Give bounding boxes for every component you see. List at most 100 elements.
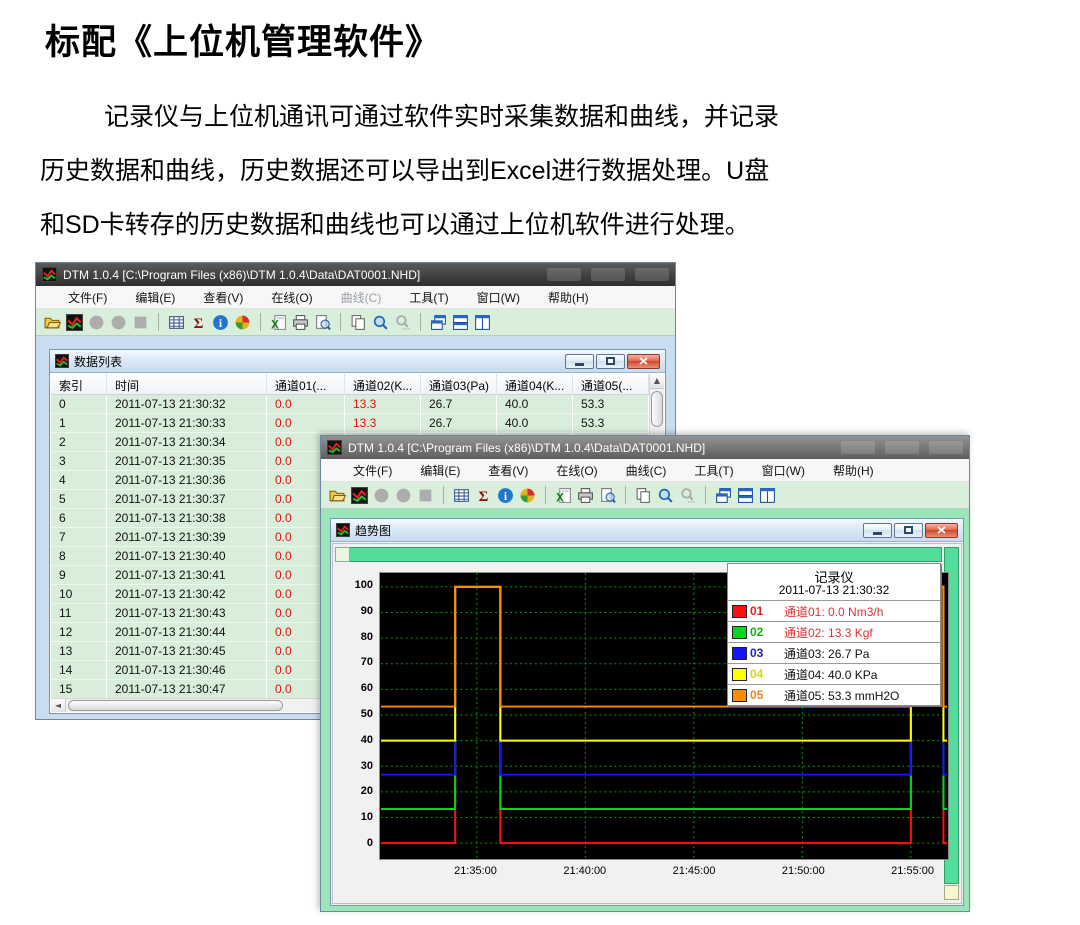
window-controls [841, 441, 963, 454]
close-button[interactable] [627, 354, 660, 369]
column-header[interactable]: 通道01(... [267, 374, 345, 394]
trend-titlebar[interactable]: 趋势图 [331, 519, 963, 542]
cell: 10 [51, 585, 107, 604]
menu-item[interactable]: 曲线(C) [612, 462, 681, 479]
cell: 1 [51, 414, 107, 433]
tile-horizontal-icon[interactable] [737, 487, 754, 504]
cell: 11 [51, 604, 107, 623]
cell: 2011-07-13 21:30:43 [107, 604, 267, 623]
copy-icon[interactable] [635, 487, 652, 504]
maximize-button[interactable] [885, 441, 919, 454]
export-excel-icon[interactable]: X [555, 487, 572, 504]
toolbar: Σi X [321, 482, 969, 509]
open-folder-icon[interactable] [44, 314, 61, 331]
sigma-icon[interactable]: Σ [475, 487, 492, 504]
scrollbar-thumb[interactable] [68, 700, 283, 711]
cell: 7 [51, 528, 107, 547]
menu-item[interactable]: 工具(T) [680, 462, 747, 479]
cell: 2011-07-13 21:30:47 [107, 680, 267, 698]
table-row[interactable]: 12011-07-13 21:30:330.013.326.740.053.3 [51, 414, 649, 433]
minimize-button[interactable] [547, 268, 581, 281]
chart-legend: 记录仪 2011-07-13 21:30:32 01通道01: 0.0 Nm3/… [727, 563, 941, 706]
scrollbar-track[interactable] [350, 547, 942, 562]
cell: 9 [51, 566, 107, 585]
print-icon[interactable] [292, 314, 309, 331]
chart-horizontal-scrollbar[interactable] [335, 547, 942, 562]
print-icon[interactable] [577, 487, 594, 504]
scrollbar-box[interactable] [335, 547, 350, 562]
minimize-button[interactable] [565, 354, 594, 369]
restore-button[interactable] [894, 523, 923, 538]
data-list-titlebar[interactable]: 数据列表 [50, 350, 665, 373]
menu-item[interactable]: 查看(V) [189, 289, 257, 306]
data-list-icon [55, 354, 69, 368]
window-title: DTM 1.0.4 [C:\Program Files (x86)\DTM 1.… [63, 268, 420, 282]
toolbar-separator [545, 486, 546, 504]
column-header[interactable]: 通道03(Pa) [421, 374, 497, 394]
cascade-windows-icon[interactable] [715, 487, 732, 504]
open-folder-icon[interactable] [329, 487, 346, 504]
menu-item[interactable]: 查看(V) [474, 462, 542, 479]
titlebar[interactable]: DTM 1.0.4 [C:\Program Files (x86)\DTM 1.… [321, 436, 969, 459]
zoom-icon[interactable] [372, 314, 389, 331]
menu-item[interactable]: 帮助(H) [819, 462, 888, 479]
close-button[interactable] [925, 523, 958, 538]
legend-swatch [732, 626, 747, 639]
tile-vertical-icon[interactable] [759, 487, 776, 504]
info-icon[interactable]: i [212, 314, 229, 331]
menu-item[interactable]: 窗口(W) [463, 289, 534, 306]
menu-item[interactable]: 文件(F) [339, 462, 406, 479]
info-icon[interactable]: i [497, 487, 514, 504]
menu-item[interactable]: 在线(O) [257, 289, 326, 306]
print-preview-icon[interactable] [314, 314, 331, 331]
cell: 0 [51, 395, 107, 414]
close-button[interactable] [635, 268, 669, 281]
copy-icon[interactable] [350, 314, 367, 331]
scroll-up-arrow[interactable]: ▲ [650, 374, 664, 389]
minimize-button[interactable] [841, 441, 875, 454]
toolbar-separator [625, 486, 626, 504]
legend-entry: 04通道04: 40.0 KPa [728, 663, 940, 684]
close-button[interactable] [929, 441, 963, 454]
menu-item[interactable]: 工具(T) [395, 289, 462, 306]
scroll-left-arrow[interactable]: ◄ [51, 699, 66, 712]
menu-item[interactable]: 在线(O) [542, 462, 611, 479]
cell: 53.3 [573, 395, 649, 414]
scrollbar-box[interactable] [944, 885, 959, 900]
menu-item[interactable]: 编辑(E) [121, 289, 189, 306]
sigma-icon[interactable]: Σ [190, 314, 207, 331]
mdi-client: 趋势图 [325, 511, 965, 907]
pie-chart-icon[interactable] [519, 487, 536, 504]
table-row[interactable]: 02011-07-13 21:30:320.013.326.740.053.3 [51, 395, 649, 414]
column-header[interactable]: 时间 [107, 374, 267, 394]
data-grid-icon[interactable] [168, 314, 185, 331]
menu-item[interactable]: 帮助(H) [534, 289, 603, 306]
export-excel-icon[interactable]: X [270, 314, 287, 331]
zoom-icon[interactable] [657, 487, 674, 504]
print-preview-icon[interactable] [599, 487, 616, 504]
maximize-button[interactable] [591, 268, 625, 281]
dtm-logo-icon[interactable] [351, 487, 368, 504]
scrollbar-thumb[interactable] [651, 391, 663, 427]
menu-item[interactable]: 文件(F) [54, 289, 121, 306]
menu-item[interactable]: 编辑(E) [406, 462, 474, 479]
stop-disabled-icon [417, 487, 434, 504]
titlebar[interactable]: DTM 1.0.4 [C:\Program Files (x86)\DTM 1.… [36, 263, 675, 286]
data-grid-icon[interactable] [453, 487, 470, 504]
y-axis-label: 40 [337, 734, 373, 746]
tile-horizontal-icon[interactable] [452, 314, 469, 331]
column-header[interactable]: 索引 [51, 374, 107, 394]
pie-chart-icon[interactable] [234, 314, 251, 331]
dtm-logo-icon[interactable] [66, 314, 83, 331]
trend-chart-window: 趋势图 [330, 518, 964, 906]
column-header[interactable]: 通道02(K... [345, 374, 421, 394]
toolbar-separator [260, 313, 261, 331]
menu-item[interactable]: 窗口(W) [748, 462, 819, 479]
cascade-windows-icon[interactable] [430, 314, 447, 331]
trend-title: 趋势图 [355, 522, 391, 539]
restore-button[interactable] [596, 354, 625, 369]
column-header[interactable]: 通道04(K... [497, 374, 573, 394]
tile-vertical-icon[interactable] [474, 314, 491, 331]
minimize-button[interactable] [863, 523, 892, 538]
column-header[interactable]: 通道05(... [573, 374, 649, 394]
